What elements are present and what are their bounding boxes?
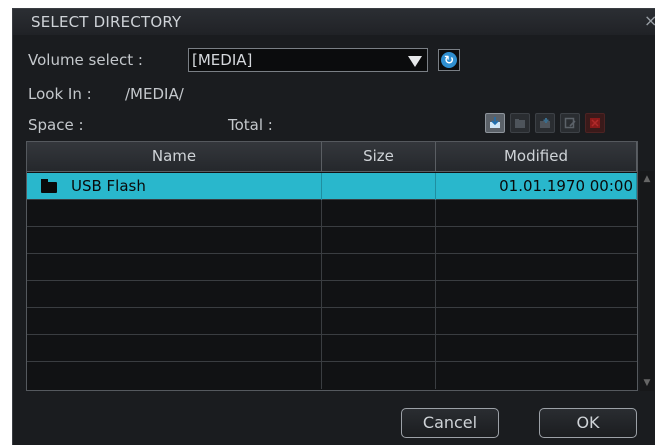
- cancel-button[interactable]: Cancel: [401, 408, 499, 438]
- table-header: Name Size Modified: [27, 142, 637, 172]
- folder-icon: [41, 179, 57, 193]
- table-scrollbar[interactable]: ▲ ▼: [640, 171, 654, 391]
- column-header-modified[interactable]: Modified: [436, 142, 637, 172]
- empty-cell: [27, 254, 322, 281]
- refresh-button[interactable]: ↻: [438, 49, 460, 71]
- look-in-label: Look In :: [28, 85, 92, 103]
- rename-button[interactable]: [560, 113, 580, 133]
- empty-cell: [322, 308, 436, 335]
- volume-select-dropdown[interactable]: [MEDIA]: [188, 48, 428, 72]
- scroll-up-icon[interactable]: ▲: [642, 175, 652, 184]
- close-icon[interactable]: ×: [644, 11, 655, 31]
- delete-button[interactable]: [585, 113, 605, 133]
- look-in-path: /MEDIA/: [125, 85, 184, 103]
- open-folder-button[interactable]: [510, 113, 530, 133]
- refresh-icon: ↻: [441, 52, 457, 68]
- empty-cell: [27, 308, 322, 335]
- empty-cell: [27, 362, 322, 389]
- empty-cell: [27, 281, 322, 308]
- new-folder-icon: [540, 118, 550, 128]
- column-header-size[interactable]: Size: [322, 142, 436, 172]
- ok-button[interactable]: OK: [539, 408, 637, 438]
- column-header-name[interactable]: Name: [27, 142, 322, 172]
- dialog-title: SELECT DIRECTORY: [31, 13, 182, 31]
- empty-cell: [322, 335, 436, 362]
- save-to-icon: [490, 117, 500, 128]
- empty-cell: [322, 362, 436, 389]
- table-row[interactable]: [27, 308, 637, 335]
- table-row[interactable]: [27, 362, 637, 389]
- empty-cell: [322, 281, 436, 308]
- empty-cell: [322, 227, 436, 254]
- delete-icon: [590, 118, 600, 128]
- volume-select-value: [MEDIA]: [192, 51, 253, 69]
- table-row[interactable]: [27, 200, 637, 227]
- folder-icon: [515, 119, 525, 128]
- name-cell: USB Flash: [27, 173, 322, 200]
- table-row[interactable]: [27, 254, 637, 281]
- table-row[interactable]: [27, 281, 637, 308]
- empty-cell: [27, 227, 322, 254]
- new-folder-button[interactable]: [535, 113, 555, 133]
- scroll-down-icon[interactable]: ▼: [642, 379, 652, 388]
- modified-cell: 01.01.1970 00:00: [436, 173, 637, 200]
- empty-cell: [27, 335, 322, 362]
- empty-cell: [322, 200, 436, 227]
- rename-icon: [564, 117, 576, 129]
- table-body: USB Flash 01.01.1970 00:00: [27, 173, 637, 391]
- size-cell: [322, 173, 436, 200]
- table-row[interactable]: [27, 335, 637, 362]
- space-label: Space :: [28, 116, 84, 134]
- select-directory-dialog: SELECT DIRECTORY × Volume select : [MEDI…: [12, 8, 655, 445]
- save-to-button[interactable]: [485, 113, 505, 133]
- total-label: Total :: [228, 116, 273, 134]
- empty-cell: [27, 200, 322, 227]
- table-row[interactable]: [27, 227, 637, 254]
- chevron-down-icon: [408, 56, 422, 67]
- table-row[interactable]: USB Flash 01.01.1970 00:00: [27, 173, 637, 200]
- volume-select-label: Volume select :: [28, 51, 143, 69]
- empty-cell: [322, 254, 436, 281]
- title-bar: SELECT DIRECTORY ×: [13, 9, 655, 35]
- row-name: USB Flash: [71, 177, 146, 195]
- directory-table: Name Size Modified USB Flash 01.01.1970 …: [26, 141, 638, 391]
